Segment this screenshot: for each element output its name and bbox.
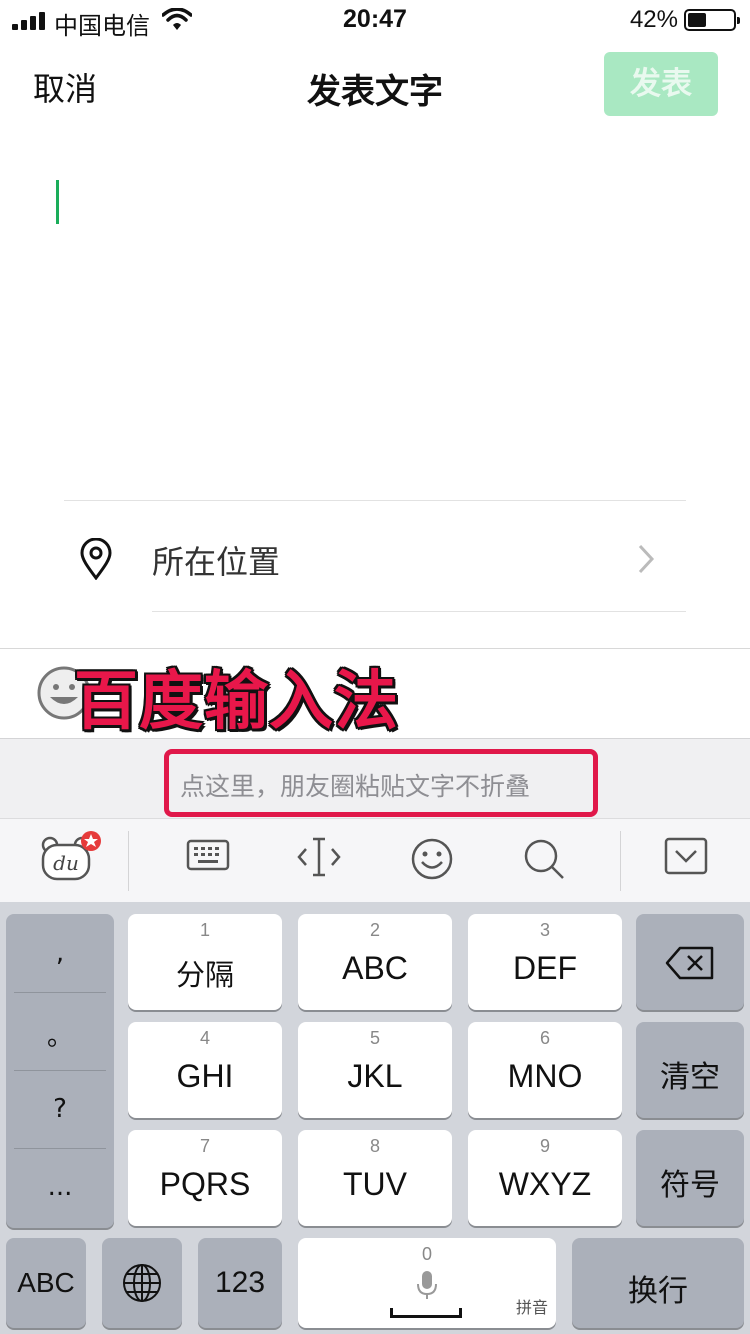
punct-question-key[interactable]: ? [6,1094,114,1172]
emoji-icon[interactable] [410,837,454,881]
keyboard-icon[interactable] [186,837,230,873]
battery-icon [684,9,740,31]
text-caret [56,180,59,224]
key-8[interactable]: 8 TUV [298,1130,452,1226]
location-row[interactable]: 所在位置 [0,505,750,610]
clear-key[interactable]: 清空 [636,1022,744,1118]
paste-hint-button[interactable]: 点这里，朋友圈粘贴文字不折叠 [180,767,530,803]
key-3[interactable]: 3 DEF [468,914,622,1010]
post-text-input[interactable] [40,160,710,480]
punct-comma-key[interactable]: , [6,938,114,1016]
key-6[interactable]: 6 MNO [468,1022,622,1118]
mic-icon [417,1271,437,1299]
keyboard-toolbar: du [0,818,750,902]
punctuation-column[interactable]: , 。 ? ... [6,914,114,1228]
number-mode-key[interactable]: 123 [198,1238,282,1328]
globe-icon [123,1264,161,1302]
chevron-right-icon [638,544,655,574]
newline-key[interactable]: 换行 [572,1238,744,1328]
abc-key[interactable]: ABC [6,1238,86,1328]
svg-text:du: du [53,851,79,875]
symbols-key[interactable]: 符号 [636,1130,744,1226]
keyboard: , 。 ? ... 1 分隔 2 ABC 3 DEF 4 GHI 5 JKL 6… [0,902,750,1334]
pinyin-label: 拼音 [515,1298,548,1317]
search-icon[interactable] [522,837,566,881]
divider [152,611,686,612]
collapse-icon[interactable] [664,837,708,877]
status-bar: 中国电信 20:47 42% [0,0,750,40]
cursor-icon[interactable] [296,837,342,877]
baidu-du-icon[interactable]: du [38,831,104,887]
key-1[interactable]: 1 分隔 [128,914,282,1010]
divider [64,500,686,501]
backspace-icon [665,946,714,980]
key-4[interactable]: 4 GHI [128,1022,282,1118]
publish-button[interactable]: 发表 [604,52,718,116]
backspace-key[interactable] [636,914,744,1010]
key-2[interactable]: 2 ABC [298,914,452,1010]
punct-period-key[interactable]: 。 [6,1016,114,1094]
globe-key[interactable] [102,1238,182,1328]
battery-fill [688,13,706,27]
key-7[interactable]: 7 PQRS [128,1130,282,1226]
space-bar-line [390,1308,462,1318]
overlay-title: 百度输入法 [74,665,399,739]
location-pin-icon [80,538,112,580]
location-label: 所在位置 [152,543,281,581]
paste-hint-bar: 点这里，朋友圈粘贴文字不折叠 [0,738,750,818]
battery-percent: 42% [629,6,678,33]
key-5[interactable]: 5 JKL [298,1022,452,1118]
key-9[interactable]: 9 WXYZ [468,1130,622,1226]
space-key[interactable]: 0 拼音 [298,1238,556,1328]
